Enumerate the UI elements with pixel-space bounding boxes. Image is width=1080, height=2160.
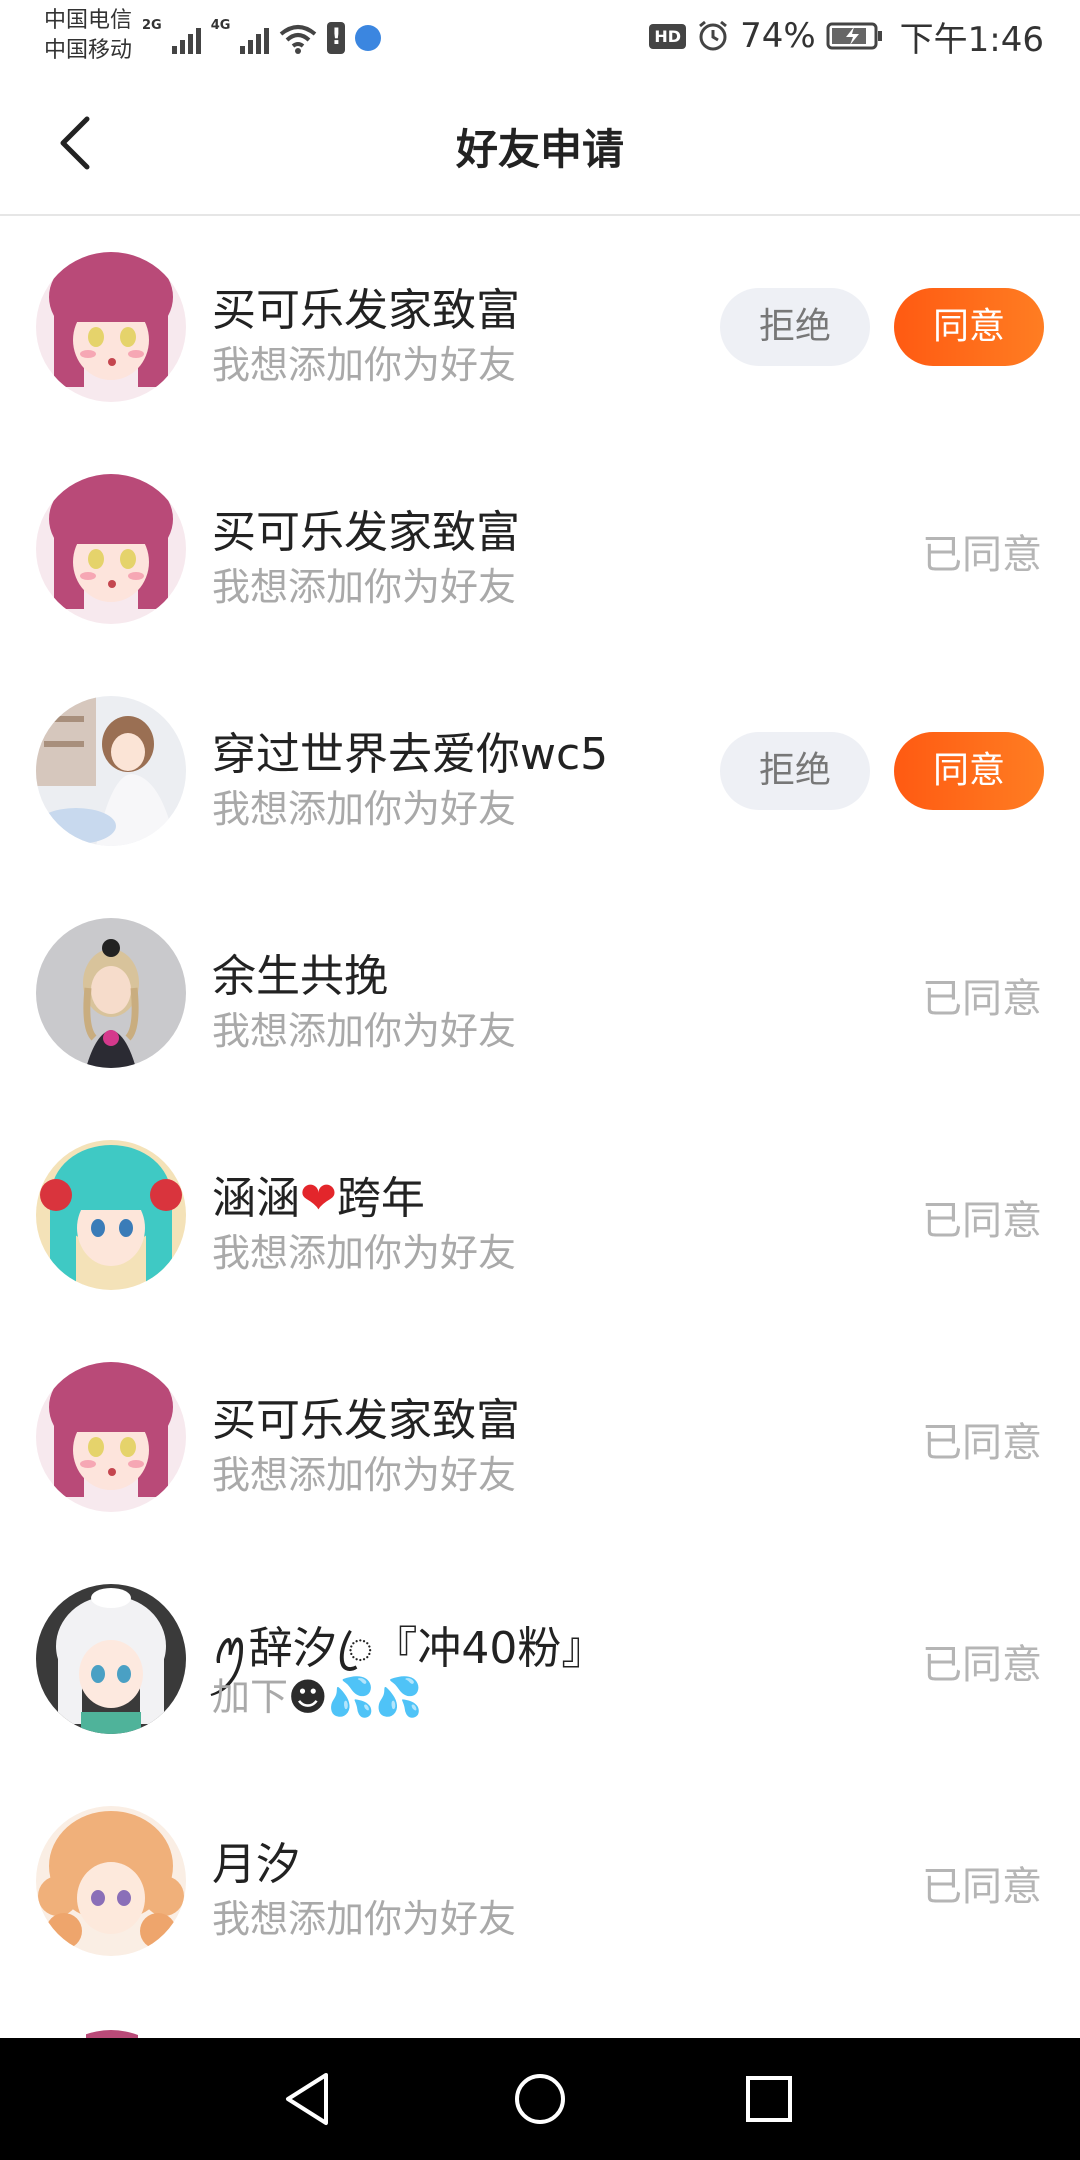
wifi-icon	[279, 24, 317, 54]
signal-icon	[171, 22, 201, 54]
requester-name: 买可乐发家致富	[212, 285, 520, 336]
page-title: 好友申请	[455, 125, 624, 174]
status-icons-left: 2G 4G !	[142, 14, 382, 54]
header: 好友申请	[0, 72, 1080, 216]
agreed-status: 已同意	[922, 1864, 1042, 1910]
friend-request-row: 涵涵❤跨年 我想添加你为好友 已同意	[0, 1104, 1080, 1326]
request-message: 我想添加你为好友	[212, 787, 517, 831]
request-message: 我想添加你为好友	[212, 1009, 517, 1053]
status-icons-right: HD 74% 下午1:46	[649, 14, 1044, 60]
navigation-bar	[0, 2038, 1080, 2160]
heart-emoji-icon: ❤	[300, 1173, 337, 1224]
requester-name: 穿过世界去爱你wc5	[212, 729, 609, 780]
signal-icon-2	[240, 22, 270, 54]
friend-request-row: 买可乐发家致富 我想添加你为好友 已同意	[0, 1326, 1080, 1548]
nav-back-button[interactable]	[262, 2064, 352, 2134]
avatar[interactable]	[36, 252, 186, 402]
friend-request-row: 买可乐发家致富 我想添加你为好友 拒绝 同意	[0, 216, 1080, 438]
battery-percent: 74%	[740, 16, 816, 56]
agreed-status: 已同意	[922, 976, 1042, 1022]
friend-request-row: 月汐 我想添加你为好友 已同意	[0, 1770, 1080, 1992]
friend-request-row: 穿过世界去爱你wc5 我想添加你为好友 拒绝 同意	[0, 660, 1080, 882]
request-message: 我想添加你为好友	[212, 565, 517, 609]
reject-button[interactable]: 拒绝	[720, 288, 870, 366]
alert-icon: !	[327, 22, 346, 54]
request-message: 我想添加你为好友	[212, 1231, 517, 1275]
avatar[interactable]	[36, 1584, 186, 1734]
app-notification-icon	[355, 25, 382, 51]
battery-icon	[826, 22, 884, 50]
circle-home-icon	[515, 2074, 565, 2124]
request-message: 我想添加你为好友	[212, 343, 517, 387]
friend-request-list: 买可乐发家致富 我想添加你为好友 拒绝 同意 买可乐发家致富 我想添加你为好友 …	[0, 216, 1080, 1992]
triangle-back-icon	[286, 2073, 328, 2125]
request-message: 我想添加你为好友	[212, 1897, 517, 1941]
requester-name: 涵涵❤跨年	[212, 1162, 425, 1226]
agreed-status: 已同意	[922, 532, 1042, 578]
message-text: 加下	[212, 1675, 289, 1719]
name-text-2: 跨年	[336, 1173, 425, 1224]
hd-icon: HD	[649, 23, 687, 49]
emoji-icon: ☻💦💦	[288, 1675, 423, 1719]
request-message: 我想添加你为好友	[212, 1453, 517, 1497]
requester-name: 买可乐发家致富	[212, 1395, 520, 1446]
status-bar: 中国电信 中国移动 2G 4G ! HD 74% 下午1:46	[0, 0, 1080, 72]
reject-button[interactable]: 拒绝	[720, 732, 870, 810]
network-type-4g: 4G	[210, 18, 231, 33]
friend-request-row: 余生共挽 我想添加你为好友 已同意	[0, 882, 1080, 1104]
friend-request-row: ꪑ辞汐ꦿ『冲40粉』 加下☻💦💦 已同意	[0, 1548, 1080, 1770]
alarm-icon	[696, 19, 730, 53]
agreed-status: 已同意	[922, 1642, 1042, 1688]
carrier-1: 中国电信	[44, 8, 133, 33]
friend-request-row: 买可乐发家致富 我想添加你为好友 已同意	[0, 438, 1080, 660]
carrier-2: 中国移动	[44, 38, 133, 63]
requester-name: 买可乐发家致富	[212, 507, 520, 558]
network-type-2g: 2G	[142, 18, 162, 33]
agreed-status: 已同意	[922, 1420, 1042, 1466]
requester-name: 月汐	[212, 1839, 300, 1890]
nav-home-button[interactable]	[495, 2064, 585, 2134]
requester-name: 余生共挽	[212, 951, 388, 1002]
carrier-labels: 中国电信 中国移动	[44, 6, 132, 66]
accept-button[interactable]: 同意	[894, 732, 1044, 810]
avatar[interactable]	[36, 918, 186, 1068]
square-recents-icon	[746, 2076, 792, 2122]
avatar[interactable]	[36, 1362, 186, 1512]
accept-button[interactable]: 同意	[894, 288, 1044, 366]
avatar[interactable]	[36, 1806, 186, 1956]
clock: 下午1:46	[899, 19, 1044, 60]
request-message: 加下☻💦💦	[212, 1666, 422, 1721]
nav-recents-button[interactable]	[724, 2064, 814, 2134]
avatar[interactable]	[36, 696, 186, 846]
avatar[interactable]	[36, 474, 186, 624]
agreed-status: 已同意	[922, 1198, 1042, 1244]
name-text-1: 涵涵	[212, 1173, 300, 1224]
avatar[interactable]	[36, 1140, 186, 1290]
